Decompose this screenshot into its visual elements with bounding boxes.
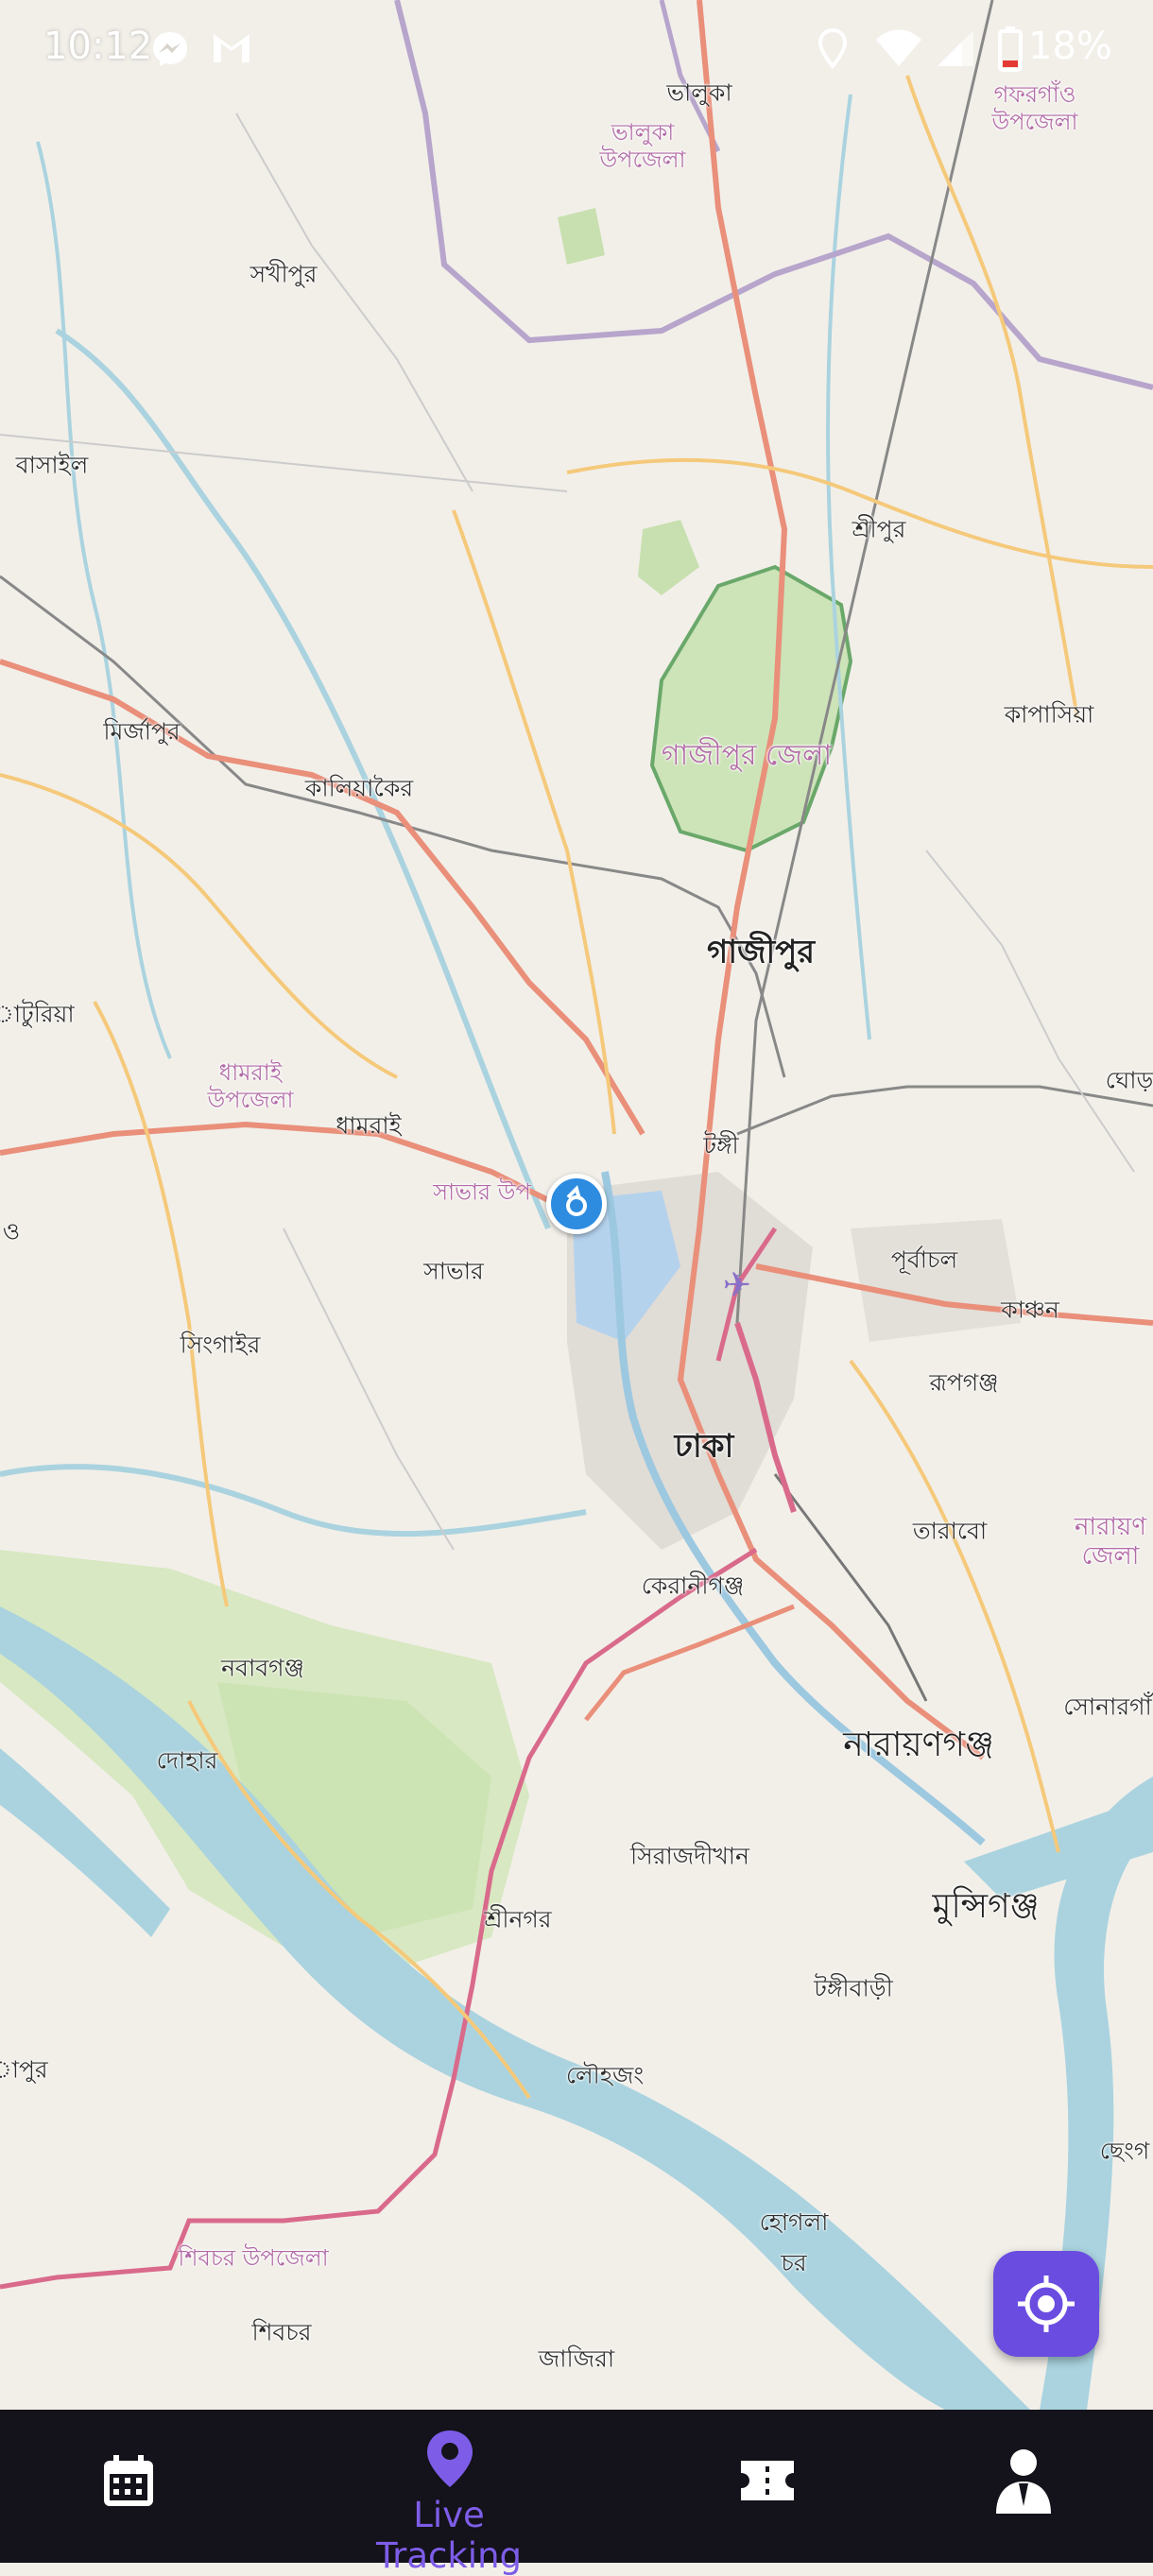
place-label: টঙ্গী [703, 1131, 739, 1159]
place-label: সিরাজদীখান [630, 1842, 749, 1870]
admin-label: ধামরাই উপজেলা [207, 1059, 294, 1113]
place-label: শ্রীনগর [484, 1905, 552, 1933]
place-label: দোহার [156, 1746, 218, 1775]
admin-label: ভালুকা উপজেলা [599, 119, 686, 173]
navigation-arrow-icon [566, 1185, 587, 1216]
place-label: জাজিরা [538, 2344, 615, 2373]
admin-label: নারায়ণ জেলা [1075, 1512, 1146, 1571]
place-label: ধামরাই [336, 1111, 402, 1140]
admin-label: গাজীপুর জেলা [661, 739, 833, 772]
place-label: সাভার [423, 1257, 484, 1285]
place-label: ঢাকা [674, 1427, 734, 1466]
place-label: মির্জাপুর [103, 717, 181, 746]
my-location-icon [1018, 2275, 1075, 2332]
my-location-button[interactable] [993, 2251, 1099, 2357]
app-screen: ✈ ভালুকা ভালুকা উপজেলা গফরগাঁও উপজেলা সখ… [0, 0, 1153, 2576]
place-label: ঘোড় [1105, 1066, 1153, 1094]
place-label: রূপগঞ্জ [929, 1368, 999, 1397]
bottom-navigation [0, 2410, 1153, 2563]
nav-item-tickets[interactable] [643, 2410, 898, 2563]
place-label: াপুর [0, 2055, 48, 2084]
place-label: কালিয়াকৈর [304, 774, 414, 802]
place-label: কেরানীগঞ্জ [641, 1571, 745, 1600]
place-label: পূর্বাচল [890, 1245, 958, 1274]
place-label: কাঞ্চন [1001, 1296, 1059, 1324]
place-label: বাসাইল [15, 451, 89, 479]
calendar-icon [104, 2455, 153, 2506]
battery-icon [998, 26, 1023, 72]
place-label: সোনারগাঁ [1063, 1692, 1152, 1721]
place-label: সিংগাইর [180, 1331, 261, 1359]
place-label: লৌহজং [565, 2061, 645, 2089]
battery-percent: 18% [1028, 25, 1112, 68]
place-label: নবাবগঞ্জ [221, 1654, 304, 1682]
admin-label: সাভার উপ [433, 1178, 531, 1206]
location-pin-icon [427, 2430, 473, 2487]
place-label: সখীপুর [250, 260, 318, 288]
person-icon [996, 2449, 1051, 2514]
place-label: গাজীপুর [706, 933, 816, 971]
status-time: 10:12 [43, 25, 153, 68]
signal-icon [938, 30, 973, 66]
wifi-icon [876, 29, 921, 66]
place-label: কাপাসিয়া [1004, 700, 1094, 729]
user-location-marker[interactable] [546, 1174, 607, 1234]
gmail-icon [214, 34, 250, 62]
map-view[interactable]: ✈ ভালুকা ভালুকা উপজেলা গফরগাঁও উপজেলা সখ… [0, 0, 1153, 2410]
place-label: মুন্সিগঞ্জ [932, 1887, 1040, 1926]
place-label: শিবচর [251, 2318, 312, 2346]
nav-item-schedule[interactable] [0, 2410, 255, 2563]
place-label: শ্রীপুর [852, 515, 906, 543]
place-label: াটুরিয়া [0, 1000, 75, 1028]
ticket-icon [741, 2461, 794, 2500]
admin-label: শিবচর উপজেলা [178, 2244, 329, 2272]
status-bar: 10:12 18% [0, 0, 1153, 98]
place-label: নারায়ণগঞ্জ [843, 1726, 994, 1764]
place-label: টঙ্গীবাড়ী [814, 1974, 893, 2002]
messenger-icon [153, 32, 187, 66]
place-label: ছেংগ [1099, 2137, 1150, 2165]
nav-label-live-tracking: Live Tracking [375, 2495, 523, 2576]
place-label: ও [2, 1217, 21, 1245]
place-label: হোগলা চর [759, 2208, 829, 2276]
location-icon [818, 28, 847, 70]
place-label: তারাবো [912, 1517, 988, 1545]
nav-item-profile[interactable] [898, 2410, 1153, 2563]
svg-text:✈: ✈ [723, 1266, 751, 1305]
